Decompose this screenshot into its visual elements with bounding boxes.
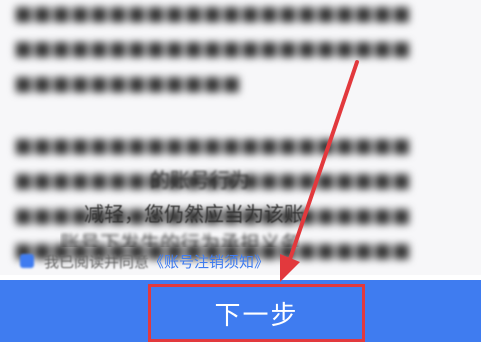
agreement-row[interactable]: 我已阅读并同意 《账号注销须知》 bbox=[20, 247, 269, 275]
cancellation-notice-link[interactable]: 《账号注销须知》 bbox=[149, 251, 269, 272]
notice-content: ■■■■■■■■■■■■■■■■■■■■■ ■■■■■■■■■■■■■■■■■■… bbox=[0, 0, 481, 275]
agreement-label: 我已阅读并同意 bbox=[44, 252, 150, 271]
checkbox-checked-icon[interactable] bbox=[20, 254, 34, 268]
blurred-paragraph-1: ■■■■■■■■■■■■■■■■■■■■■ ■■■■■■■■■■■■■■■■■■… bbox=[14, 1, 411, 95]
next-step-button[interactable]: 下一步 bbox=[148, 284, 365, 342]
